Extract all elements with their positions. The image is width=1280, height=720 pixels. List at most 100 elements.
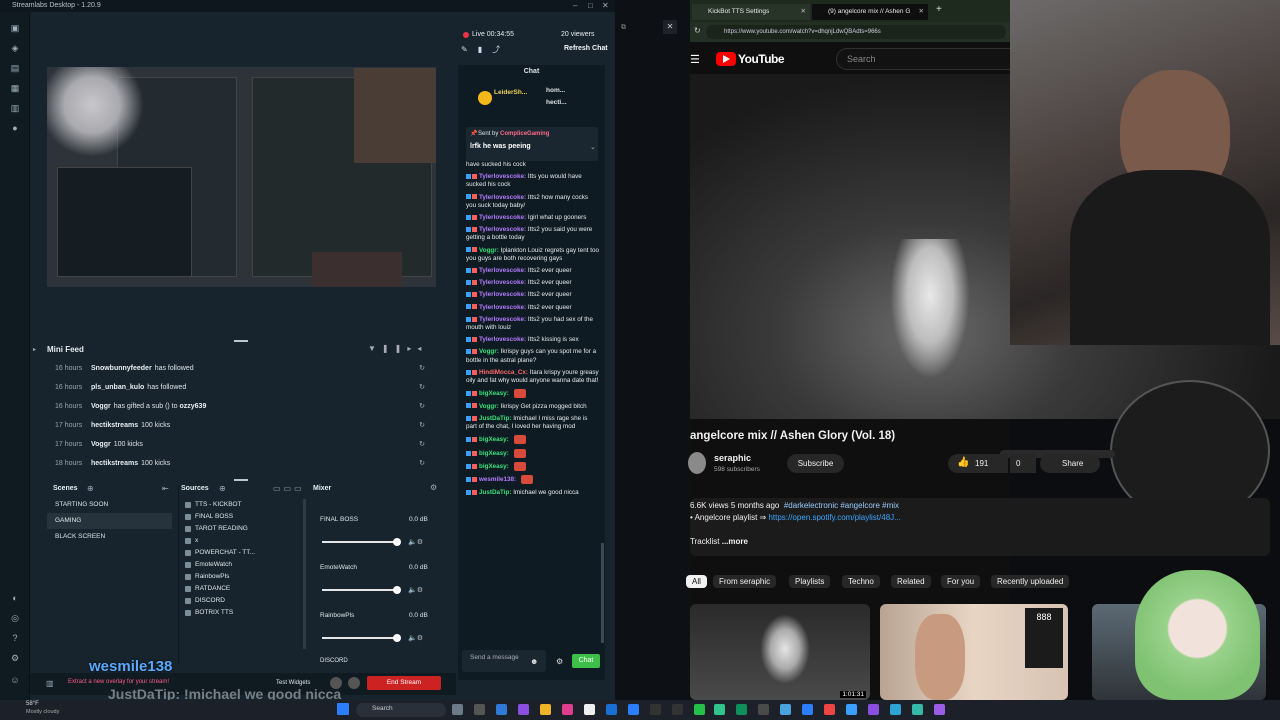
editor-icon[interactable]: ▣ <box>9 22 21 34</box>
footer-stats-icon[interactable]: ▥ <box>46 679 54 688</box>
studio-mode-icon[interactable]: ◐ <box>9 592 21 604</box>
profile-icon[interactable]: ☺ <box>9 674 21 686</box>
resize-handle[interactable] <box>234 479 248 481</box>
overlay-tip[interactable]: Extract a new overlay for your stream! <box>68 679 169 685</box>
chevron-down-icon[interactable]: ⌄ <box>590 143 596 151</box>
collapse-arrow-icon[interactable]: ▸ <box>33 346 36 353</box>
url-input[interactable]: https://www.youtube.com/watch?v=dhqnjLdw… <box>706 25 1006 39</box>
dashboard-icon[interactable]: ▦ <box>9 82 21 94</box>
replay-icon[interactable]: ↻ <box>419 359 425 378</box>
replay-icon[interactable]: ↻ <box>419 435 425 454</box>
app-icon[interactable] <box>802 704 813 715</box>
app-icon[interactable] <box>694 704 705 715</box>
app-icon[interactable] <box>628 704 639 715</box>
chat-username[interactable]: bigXeasy: <box>479 436 509 443</box>
chat-username[interactable]: bigXeasy: <box>479 450 509 457</box>
app-icon[interactable] <box>846 704 857 715</box>
chip-recently-uploaded[interactable]: Recently uploaded <box>991 575 1070 588</box>
new-tab-icon[interactable]: + <box>936 4 942 15</box>
share-button[interactable]: Share <box>1040 454 1100 473</box>
minimize-button[interactable]: – <box>573 1 577 10</box>
pinned-message[interactable]: 📌 Sent by CompliceGaming lrfk he was pee… <box>466 127 598 161</box>
close-tab-icon[interactable]: ✕ <box>801 4 806 20</box>
chat-username[interactable]: bigXeasy: <box>479 390 509 397</box>
mixer-settings-icon[interactable]: ⚙ <box>430 483 437 492</box>
maximize-button[interactable]: □ <box>588 1 593 10</box>
chat-username[interactable]: JustDaTip: <box>479 489 511 496</box>
channel-avatar[interactable] <box>688 452 706 474</box>
end-stream-button[interactable]: End Stream <box>367 676 441 690</box>
more-button[interactable]: ...more <box>722 537 748 546</box>
tab-youtube[interactable]: (9) angelcore mix // Ashen G ✕ <box>812 4 928 20</box>
video-thumbnail[interactable]: 888 <box>880 604 1068 700</box>
source-tools-icon[interactable]: ▭▭▭ <box>273 484 305 493</box>
close-icon[interactable]: ✕ <box>663 20 677 34</box>
scene-gaming[interactable]: GAMING <box>47 513 172 529</box>
source-item[interactable]: BOTRIX TTS <box>181 607 299 619</box>
app-icon[interactable] <box>890 704 901 715</box>
chat-username[interactable]: Tylerlovescoke: <box>479 214 526 221</box>
settings-icon[interactable]: ⚙ <box>9 652 21 664</box>
app-icon[interactable] <box>824 704 835 715</box>
volume-slider[interactable] <box>322 538 401 546</box>
scene-collection-icon[interactable]: ⇤ <box>162 484 169 493</box>
source-item[interactable]: TAROT READING <box>181 523 299 535</box>
source-item[interactable]: RATDANCE <box>181 583 299 595</box>
help-icon[interactable]: ? <box>9 632 21 644</box>
scene-black-screen[interactable]: BLACK SCREEN <box>47 529 172 545</box>
weather-temp[interactable]: 58°F <box>26 701 39 707</box>
app-icon[interactable] <box>452 704 463 715</box>
app-icon[interactable] <box>540 704 551 715</box>
chat-username[interactable]: Tylerlovescoke: <box>479 291 526 298</box>
dislike-button[interactable]: 0 <box>1010 454 1036 473</box>
youtube-search-input[interactable]: Search <box>836 48 1010 70</box>
chip-for-you[interactable]: For you <box>941 575 981 588</box>
add-source-icon[interactable]: ⊕ <box>219 484 226 493</box>
mute-icon[interactable]: 🔈⚙ <box>408 586 423 594</box>
youtube-logo-icon[interactable] <box>716 52 736 66</box>
app-icon[interactable] <box>868 704 879 715</box>
chat-username[interactable]: JustDaTip: <box>479 415 511 422</box>
chat-username[interactable]: HindiMocca_Cx: <box>479 369 528 376</box>
layout-icon[interactable]: ◎ <box>9 612 21 624</box>
sources-scrollbar[interactable] <box>303 499 306 649</box>
menu-icon[interactable]: ☰ <box>690 53 700 66</box>
app-icon[interactable] <box>912 704 923 715</box>
refresh-chat-button[interactable]: Refresh Chat <box>564 45 608 52</box>
chat-username[interactable]: Tylerlovescoke: <box>479 194 526 201</box>
source-item[interactable]: EmoteWatch <box>181 559 299 571</box>
chat-settings-icon[interactable]: ⚙ <box>556 657 563 666</box>
volume-slider[interactable] <box>322 634 401 642</box>
apps-icon[interactable]: ● <box>9 122 21 134</box>
chat-username[interactable]: Tylerlovescoke: <box>479 226 526 233</box>
chip-techno[interactable]: Techno <box>842 575 880 588</box>
hashtags[interactable]: #darkelectronic #angelcore #mix <box>784 501 899 510</box>
app-icon[interactable] <box>672 704 683 715</box>
app-icon[interactable] <box>714 704 725 715</box>
like-button[interactable]: 👍 191 <box>948 454 1008 473</box>
description-box[interactable]: 6.6K views 5 months ago #darkelectronic … <box>690 498 1270 556</box>
tab-kickbot[interactable]: KickBot TTS Settings ✕ <box>692 4 810 20</box>
source-item[interactable]: RainbowPls <box>181 571 299 583</box>
chat-username[interactable]: Voggr: <box>479 348 499 355</box>
themes-icon[interactable]: ◈ <box>9 42 21 54</box>
app-icon[interactable] <box>606 704 617 715</box>
app-icon[interactable] <box>584 704 595 715</box>
mute-icon[interactable]: 🔈⚙ <box>408 538 423 546</box>
chip-from-seraphic[interactable]: From seraphic <box>713 575 777 588</box>
mute-icon[interactable]: 🔈⚙ <box>408 634 423 642</box>
channel-name[interactable]: seraphic <box>714 453 751 463</box>
app-icon[interactable] <box>758 704 769 715</box>
source-item[interactable]: FINAL BOSS <box>181 511 299 523</box>
video-thumbnail[interactable]: 1:01:31 <box>690 604 870 700</box>
chat-send-button[interactable]: Chat <box>572 654 600 668</box>
chat-username[interactable]: Tylerlovescoke: <box>479 267 526 274</box>
chat-username[interactable]: Tylerlovescoke: <box>479 316 526 323</box>
windows-start-icon[interactable] <box>337 703 349 715</box>
chip-related[interactable]: Related <box>891 575 931 588</box>
source-item[interactable]: TTS - KICKBOT <box>181 499 299 511</box>
emoji-icon[interactable]: ☻ <box>530 657 538 666</box>
app-icon[interactable] <box>562 704 573 715</box>
app-icon[interactable] <box>650 704 661 715</box>
reload-icon[interactable]: ↻ <box>694 26 701 35</box>
